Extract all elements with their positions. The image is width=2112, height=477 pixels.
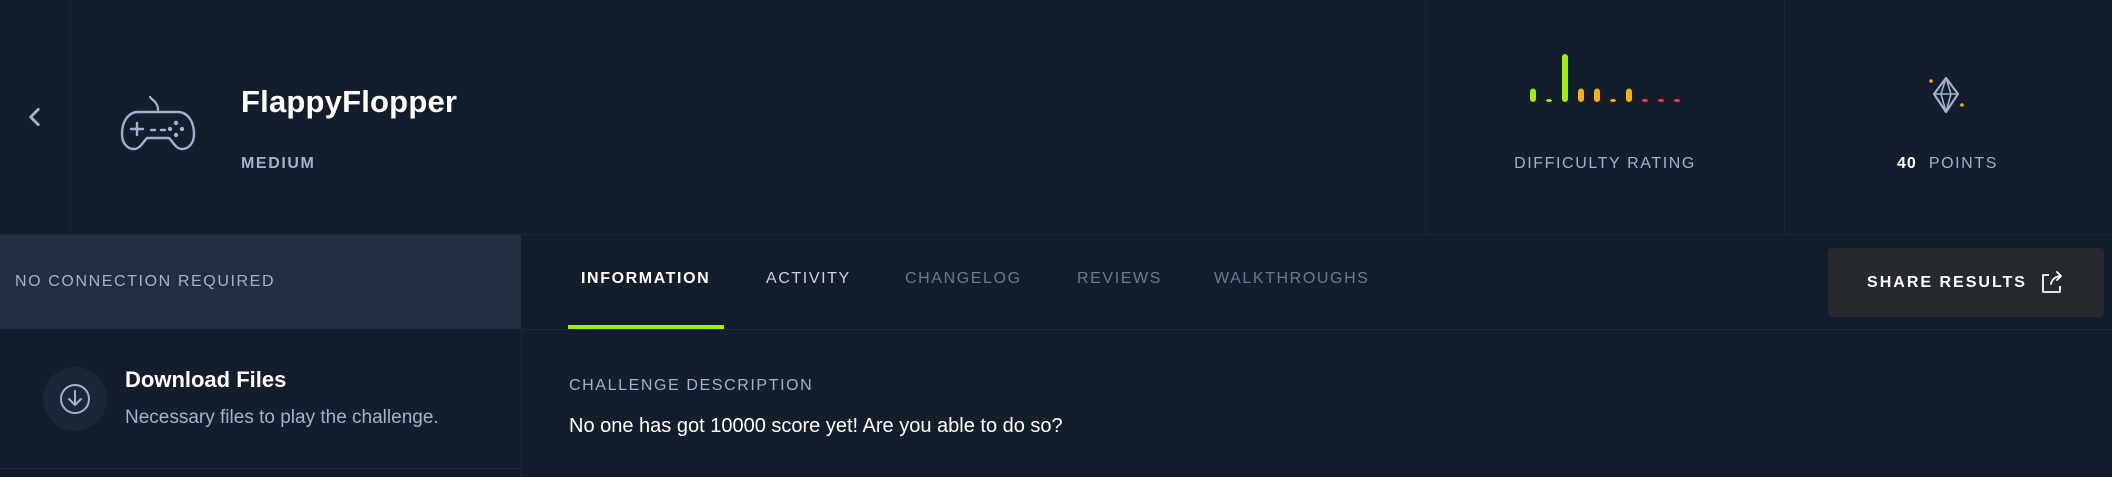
tab-reviews[interactable]: REVIEWS: [1077, 270, 1162, 288]
points-value: 40: [1897, 155, 1917, 172]
challenge-header: FlappyFlopper MEDIUM DIFFICULTY RATING 4…: [0, 0, 2112, 235]
back-button[interactable]: [0, 0, 71, 234]
connection-status-label: NO CONNECTION REQUIRED: [15, 273, 276, 290]
difficulty-label: MEDIUM: [241, 155, 316, 172]
tab-information[interactable]: INFORMATION: [581, 270, 710, 288]
download-files-description: Necessary files to play the challenge.: [125, 407, 439, 428]
divider: [0, 468, 521, 469]
rating-bar: [1546, 99, 1552, 102]
challenge-title: FlappyFlopper: [241, 84, 458, 119]
external-share-icon: [2042, 270, 2062, 293]
points-label-row: 40 POINTS: [1783, 155, 2112, 173]
rating-bar: [1594, 88, 1600, 102]
difficulty-rating-panel: DIFFICULTY RATING: [1425, 0, 1785, 234]
section-heading: CHALLENGE DESCRIPTION: [569, 377, 814, 394]
rating-bar: [1658, 99, 1664, 102]
rating-bar: [1642, 99, 1648, 102]
rating-bar: [1610, 99, 1616, 102]
tab-activity[interactable]: ACTIVITY: [766, 270, 851, 288]
challenge-description: No one has got 10000 score yet! Are you …: [569, 415, 1063, 437]
tab-walkthroughs[interactable]: WALKTHROUGHS: [1214, 270, 1370, 288]
tab-changelog[interactable]: CHANGELOG: [905, 270, 1022, 288]
difficulty-rating-label: DIFFICULTY RATING: [1514, 155, 1696, 172]
points-label: POINTS: [1928, 155, 1998, 172]
download-files-title[interactable]: Download Files: [125, 367, 286, 393]
points-panel: 40 POINTS: [1783, 0, 2112, 234]
rating-bar: [1674, 99, 1680, 102]
chevron-left-icon: [29, 108, 40, 126]
download-icon: [60, 384, 90, 414]
diamond-icon: [1929, 76, 1964, 114]
download-button[interactable]: [43, 367, 107, 431]
connection-status: NO CONNECTION REQUIRED: [0, 235, 521, 329]
active-tab-indicator: [568, 325, 724, 329]
gamepad-icon: [120, 96, 196, 151]
difficulty-rating-chart: [1530, 54, 1680, 102]
rating-bar: [1626, 88, 1632, 102]
rating-bar: [1530, 88, 1536, 102]
share-results-label: SHARE RESULTS: [1867, 273, 2027, 291]
share-results-button[interactable]: SHARE RESULTS: [1828, 248, 2104, 317]
rating-bar: [1562, 54, 1568, 102]
rating-bar: [1578, 88, 1584, 102]
